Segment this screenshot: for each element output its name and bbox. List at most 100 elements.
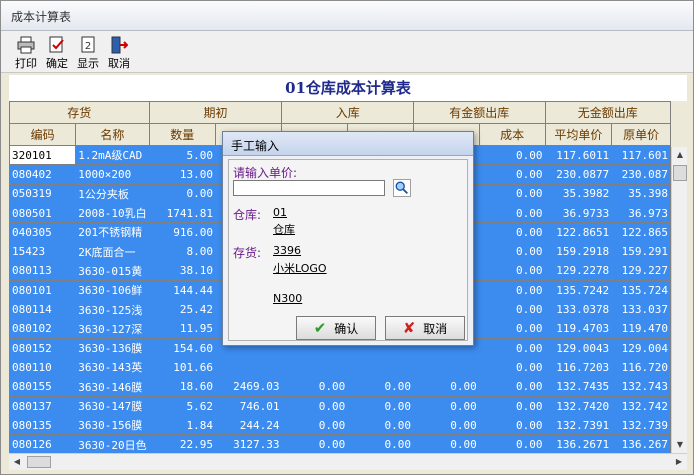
table-cell[interactable]: 0.00 xyxy=(478,299,546,320)
confirm-button[interactable]: 确定 xyxy=(42,33,72,71)
table-cell[interactable]: 38.10 xyxy=(148,260,217,282)
column-header[interactable]: 名称 xyxy=(75,123,150,146)
table-cell[interactable]: 35.3982 xyxy=(544,183,613,204)
table-cell[interactable]: 0.00 xyxy=(412,415,480,436)
table-cell[interactable]: 050319 xyxy=(9,183,77,204)
table-cell[interactable]: 201不锈钢精 xyxy=(75,222,150,243)
table-cell[interactable]: 080101 xyxy=(9,280,77,301)
table-cell[interactable]: 0.00 xyxy=(478,164,546,185)
table-cell[interactable]: 080126 xyxy=(9,434,77,453)
horizontal-scrollbar[interactable]: ◀ ▶ xyxy=(9,453,687,470)
table-cell[interactable]: 133.037 xyxy=(611,299,671,320)
table-cell[interactable]: 080137 xyxy=(9,395,77,417)
table-cell[interactable]: 135.7242 xyxy=(544,280,613,301)
table-row[interactable]: 080126 3630-20日色 22.95 3127.33 0.00 0.00 0.00 0… xyxy=(9,434,671,453)
show-button[interactable]: 2 显示 xyxy=(73,33,103,71)
table-cell[interactable]: 132.739 xyxy=(611,415,671,436)
table-cell[interactable]: 132.7391 xyxy=(544,415,613,436)
table-cell[interactable]: 244.24 xyxy=(215,415,283,436)
table-cell[interactable]: 13.00 xyxy=(148,164,217,185)
table-cell[interactable]: 2008-10乳白 xyxy=(75,202,150,224)
table-cell[interactable]: 0.00 xyxy=(478,222,546,243)
scroll-down-arrow-icon[interactable]: ▼ xyxy=(672,437,688,453)
table-cell[interactable]: 1.2mA级CAD xyxy=(75,144,150,166)
table-row[interactable]: 080110 3630-143英 101.66 0.00 116.7203 116.720 xyxy=(9,357,671,378)
table-cell[interactable]: 3630-143英 xyxy=(75,357,150,378)
table-cell[interactable]: 159.291 xyxy=(611,241,671,262)
table-cell[interactable]: 080152 xyxy=(9,337,77,359)
table-cell[interactable]: 0.00 xyxy=(478,280,546,301)
table-cell[interactable]: 129.227 xyxy=(611,260,671,282)
table-cell[interactable]: 080110 xyxy=(9,357,77,378)
table-cell[interactable]: 3630-20日色 xyxy=(75,434,150,453)
table-cell[interactable]: 0.00 xyxy=(478,144,546,166)
table-cell[interactable]: 0.00 xyxy=(478,337,546,359)
table-cell[interactable]: 320101 xyxy=(9,144,77,166)
table-cell[interactable]: 3630-127深 xyxy=(75,318,150,339)
table-cell[interactable]: 3127.33 xyxy=(215,434,283,453)
table-cell[interactable]: 5.00 xyxy=(148,144,217,166)
table-cell[interactable]: 080402 xyxy=(9,164,77,185)
table-cell[interactable]: 3630-125浅 xyxy=(75,299,150,320)
table-cell[interactable]: 2469.03 xyxy=(215,376,283,397)
table-cell[interactable]: 230.0877 xyxy=(544,164,613,185)
scroll-right-arrow-icon[interactable]: ▶ xyxy=(671,454,687,470)
table-cell[interactable]: 0.00 xyxy=(412,434,480,453)
table-cell[interactable]: 1741.81 xyxy=(148,202,217,224)
table-cell[interactable]: 5.62 xyxy=(148,395,217,417)
table-cell[interactable]: 0.00 xyxy=(281,434,349,453)
vertical-scroll-thumb[interactable] xyxy=(673,165,687,181)
table-cell[interactable] xyxy=(215,357,283,378)
table-cell[interactable]: 0.00 xyxy=(478,260,546,282)
table-cell[interactable]: 36.973 xyxy=(611,202,671,224)
table-cell[interactable]: 0.00 xyxy=(478,183,546,204)
table-cell[interactable]: 0.00 xyxy=(347,395,414,417)
table-cell[interactable]: 129.004 xyxy=(611,337,671,359)
table-cell[interactable]: 116.720 xyxy=(611,357,671,378)
table-cell[interactable]: 0.00 xyxy=(478,395,546,417)
table-cell[interactable]: 132.742 xyxy=(611,395,671,417)
table-row[interactable]: 080135 3630-156膜 1.84 244.24 0.00 0.00 0.00 0.0… xyxy=(9,415,671,436)
table-cell[interactable]: 0.00 xyxy=(478,202,546,224)
table-cell[interactable]: 1.84 xyxy=(148,415,217,436)
column-header[interactable]: 数量 xyxy=(148,123,217,146)
table-cell[interactable]: 1000×200 xyxy=(75,164,150,185)
table-cell[interactable]: 0.00 xyxy=(347,376,414,397)
table-cell[interactable]: 144.44 xyxy=(148,280,217,301)
table-cell[interactable]: 080114 xyxy=(9,299,77,320)
table-cell[interactable]: 3630-156膜 xyxy=(75,415,150,436)
table-cell[interactable]: 132.743 xyxy=(611,376,671,397)
table-cell[interactable]: 0.00 xyxy=(347,415,414,436)
table-cell[interactable] xyxy=(412,357,480,378)
table-cell[interactable]: 132.7420 xyxy=(544,395,613,417)
table-cell[interactable]: 129.0043 xyxy=(544,337,613,359)
table-cell[interactable]: 1公分夹板 xyxy=(75,183,150,204)
table-cell[interactable] xyxy=(347,357,414,378)
table-cell[interactable]: 154.60 xyxy=(148,337,217,359)
table-cell[interactable]: 230.087 xyxy=(611,164,671,185)
cancel-toolbar-button[interactable]: 取消 xyxy=(104,33,134,71)
table-cell[interactable]: 116.7203 xyxy=(544,357,613,378)
table-cell[interactable]: 0.00 xyxy=(478,241,546,262)
cancel-button[interactable]: ✘ 取消 xyxy=(385,316,465,340)
table-cell[interactable]: 132.7435 xyxy=(544,376,613,397)
table-cell[interactable]: 040305 xyxy=(9,222,77,243)
table-cell[interactable]: 159.2918 xyxy=(544,241,613,262)
table-cell[interactable]: 080135 xyxy=(9,415,77,436)
table-cell[interactable]: 0.00 xyxy=(478,415,546,436)
table-cell[interactable]: 101.66 xyxy=(148,357,217,378)
table-cell[interactable]: 22.95 xyxy=(148,434,217,453)
vertical-scrollbar[interactable]: ▲ ▼ xyxy=(671,147,687,453)
table-cell[interactable]: 11.95 xyxy=(148,318,217,339)
table-row[interactable]: 080137 3630-147膜 5.62 746.01 0.00 0.00 0.00 0.0… xyxy=(9,395,671,417)
table-cell[interactable]: 117.6011 xyxy=(544,144,613,166)
table-cell[interactable]: 117.601 xyxy=(611,144,671,166)
unit-price-input[interactable] xyxy=(233,180,385,196)
table-cell[interactable]: 135.724 xyxy=(611,280,671,301)
table-cell[interactable]: 3630-136膜 xyxy=(75,337,150,359)
table-cell[interactable]: 3630-147膜 xyxy=(75,395,150,417)
table-cell[interactable]: 0.00 xyxy=(281,376,349,397)
table-cell[interactable] xyxy=(281,357,349,378)
table-cell[interactable]: 916.00 xyxy=(148,222,217,243)
table-cell[interactable]: 119.4703 xyxy=(544,318,613,339)
